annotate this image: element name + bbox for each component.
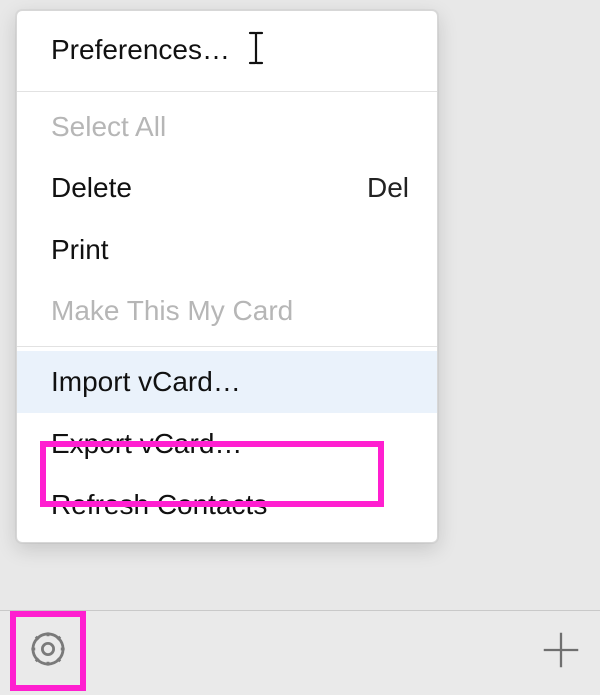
settings-button[interactable] xyxy=(21,624,75,678)
menu-item-label: Import vCard… xyxy=(51,365,241,399)
menu-item-label: Print xyxy=(51,233,109,267)
plus-icon xyxy=(538,627,584,678)
bottom-toolbar xyxy=(0,610,600,695)
menu-item-label: Export vCard… xyxy=(51,427,242,461)
menu-item-refresh-contacts[interactable]: Refresh Contacts xyxy=(17,474,437,536)
menu-item-make-my-card: Make This My Card xyxy=(17,280,437,342)
menu-separator xyxy=(17,346,437,347)
menu-item-shortcut: Del xyxy=(347,171,409,205)
annotation-highlight-gear xyxy=(10,611,86,691)
text-cursor-icon xyxy=(246,31,266,73)
gear-icon xyxy=(27,628,69,675)
menu-item-select-all: Select All xyxy=(17,96,437,158)
menu-separator xyxy=(17,91,437,92)
menu-item-import-vcard[interactable]: Import vCard… xyxy=(17,351,437,413)
add-button[interactable] xyxy=(534,625,588,679)
menu-item-export-vcard[interactable]: Export vCard… xyxy=(17,413,437,475)
menu-item-label: Preferences… xyxy=(51,34,230,65)
menu-item-label: Select All xyxy=(51,110,166,144)
menu-item-label: Make This My Card xyxy=(51,294,293,328)
menu-item-print[interactable]: Print xyxy=(17,219,437,281)
menu-item-label: Delete xyxy=(51,171,132,205)
menu-item-label: Refresh Contacts xyxy=(51,488,267,522)
app-window: Preferences… Select All Delete Del Print… xyxy=(0,0,600,695)
menu-item-preferences[interactable]: Preferences… xyxy=(17,17,437,87)
menu-item-delete[interactable]: Delete Del xyxy=(17,157,437,219)
settings-menu: Preferences… Select All Delete Del Print… xyxy=(16,10,438,543)
